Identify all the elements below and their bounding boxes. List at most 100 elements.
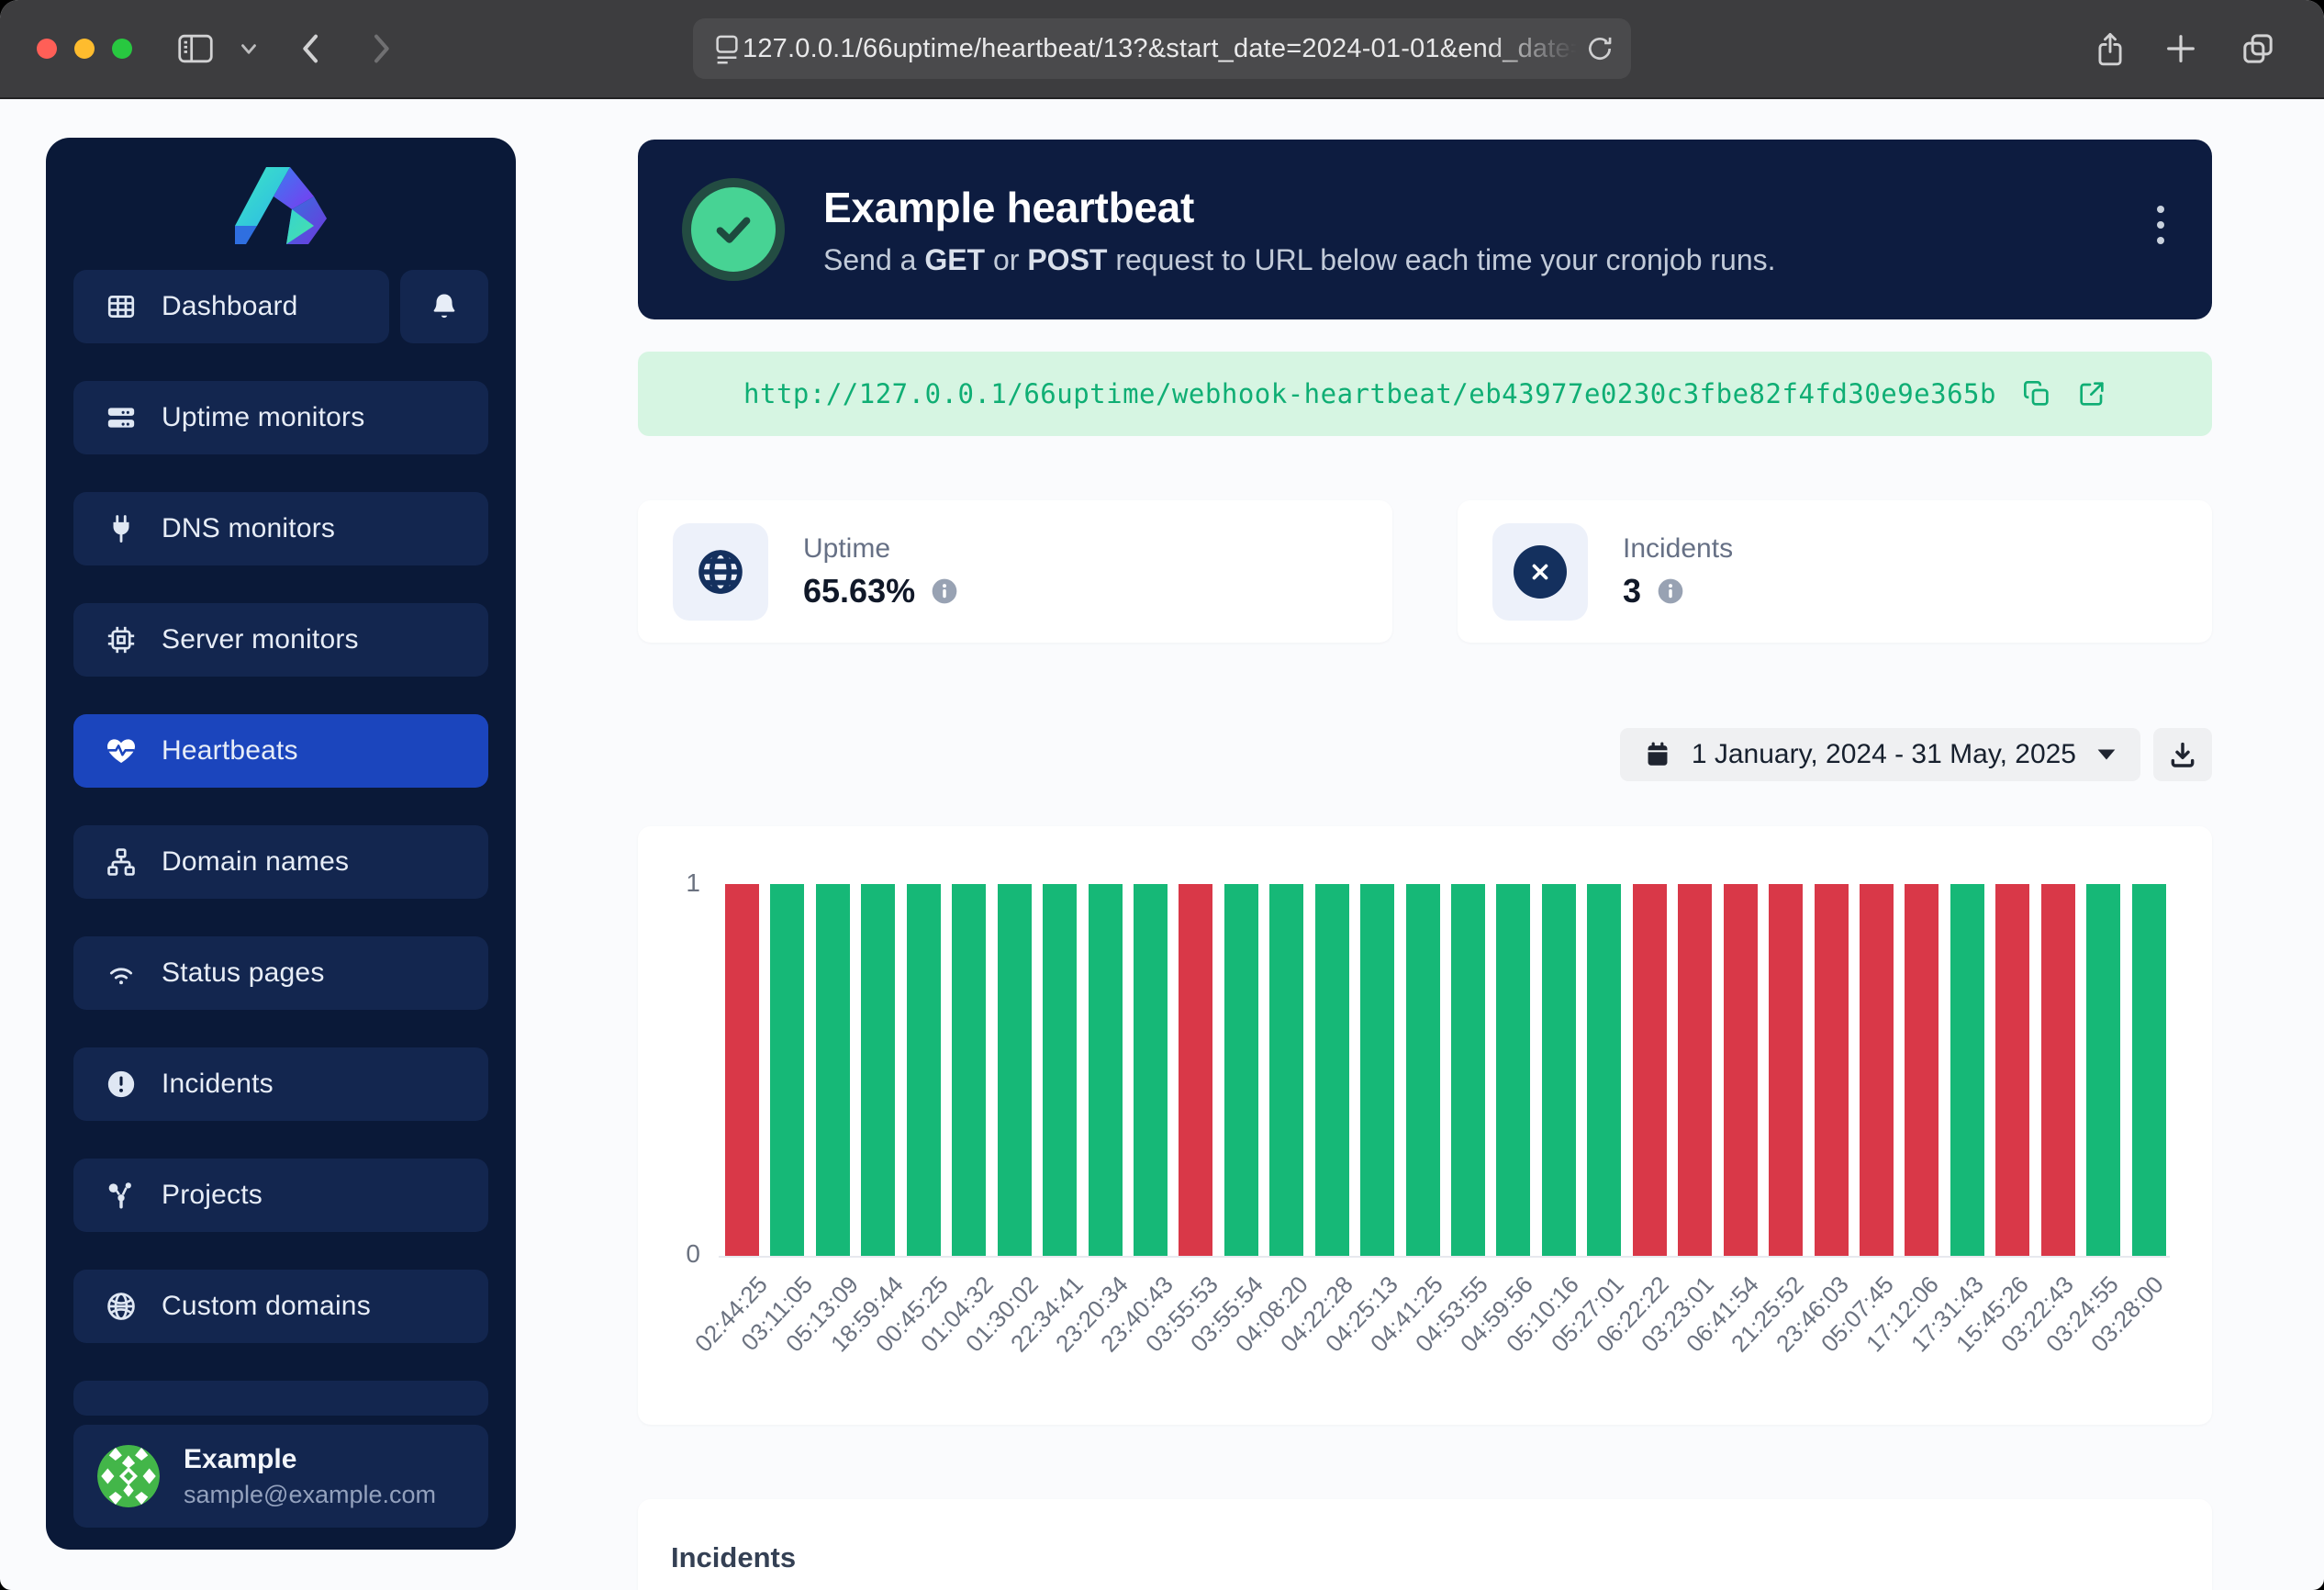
chart-bar[interactable]	[725, 884, 759, 1256]
notifications-button[interactable]	[400, 270, 488, 343]
close-window-button[interactable]	[37, 39, 57, 59]
chart-bar[interactable]	[1860, 884, 1894, 1256]
chart-bar[interactable]	[770, 884, 804, 1256]
bell-icon	[429, 291, 460, 322]
info-icon[interactable]	[1656, 577, 1685, 606]
stat-label: Incidents	[1623, 533, 1733, 565]
chart-bar[interactable]	[1724, 884, 1758, 1256]
chart-bar[interactable]	[1815, 884, 1849, 1256]
heartbeat-header-card: Example heartbeat Send a GET or POST req…	[638, 140, 2212, 319]
chart-bar[interactable]	[1905, 884, 1939, 1256]
chart-bar[interactable]	[1769, 884, 1803, 1256]
chart-bar[interactable]	[1360, 884, 1394, 1256]
x-axis-line	[719, 1256, 2170, 1258]
forward-button[interactable]	[365, 30, 397, 67]
chart-bar[interactable]	[1089, 884, 1123, 1256]
chart-bar[interactable]	[1995, 884, 2029, 1256]
download-chart-button[interactable]	[2153, 728, 2212, 781]
chart-controls: 1 January, 2024 - 31 May, 2025	[638, 728, 2212, 781]
caret-down-icon	[2096, 748, 2117, 761]
status-up-badge	[682, 178, 785, 281]
chart-bar[interactable]	[2041, 884, 2075, 1256]
chart-bar[interactable]	[816, 884, 850, 1256]
download-icon	[2168, 740, 2197, 769]
x-circle-icon	[1492, 523, 1588, 621]
app-logo	[46, 138, 516, 270]
y-axis-tick: 0	[664, 1239, 700, 1269]
sidebar-item-label: DNS monitors	[162, 513, 335, 544]
chart-bar[interactable]	[1043, 884, 1077, 1256]
share-nodes-icon	[105, 1180, 138, 1211]
sidebar-item-label: Dashboard	[162, 291, 298, 322]
chart-bar[interactable]	[1269, 884, 1303, 1256]
chart-bar[interactable]	[952, 884, 986, 1256]
chart-bar[interactable]	[861, 884, 895, 1256]
sidebar-item-dashboard[interactable]: Dashboard	[73, 270, 389, 343]
chart-bar[interactable]	[1224, 884, 1258, 1256]
sidebar-item-incidents[interactable]: Incidents	[73, 1047, 488, 1121]
chart-bar[interactable]	[1950, 884, 1984, 1256]
sidebar-item-label: Heartbeats	[162, 735, 298, 767]
sidebar-item-dns-monitors[interactable]: DNS monitors	[73, 492, 488, 565]
chart-bar[interactable]	[2132, 884, 2166, 1256]
sidebar-item-label: Server monitors	[162, 624, 359, 655]
sidebar-toggle-icon[interactable]	[176, 31, 215, 66]
sidebar-item-custom-domains[interactable]: Custom domains	[73, 1270, 488, 1343]
main-content: Example heartbeat Send a GET or POST req…	[638, 0, 2212, 1590]
info-icon[interactable]	[930, 577, 959, 606]
grid-icon	[105, 291, 138, 322]
kebab-menu-icon[interactable]	[2157, 206, 2164, 244]
heart-pulse-icon	[105, 735, 138, 767]
back-button[interactable]	[296, 30, 327, 67]
page-title: Example heartbeat	[823, 183, 1776, 232]
plug-icon	[105, 513, 138, 544]
sidebar-item-uptime-monitors[interactable]: Uptime monitors	[73, 381, 488, 454]
heartbeat-chart-card: 1 0 02:44:2503:11:0505:13:0918:59:4400:4…	[638, 826, 2212, 1425]
sidebar-item-domain-names[interactable]: Domain names	[73, 825, 488, 899]
sidebar: Dashboard Uptime mo	[46, 138, 516, 1550]
chart-bar[interactable]	[1179, 884, 1212, 1256]
screenshot-root: 127.0.0.1/66uptime/heartbeat/13?&start_d…	[0, 0, 2324, 1590]
chevron-down-icon[interactable]	[237, 40, 261, 59]
wifi-icon	[105, 957, 138, 989]
chart-bar[interactable]	[1633, 884, 1667, 1256]
sidebar-item-projects[interactable]: Projects	[73, 1159, 488, 1232]
chart-bar[interactable]	[1678, 884, 1712, 1256]
chart-bar[interactable]	[1587, 884, 1621, 1256]
incidents-section-title: Incidents	[638, 1499, 2212, 1574]
tab-overview-icon[interactable]	[2240, 30, 2276, 67]
calendar-icon	[1644, 740, 1671, 769]
sidebar-item-status-pages[interactable]: Status pages	[73, 936, 488, 1010]
zoom-window-button[interactable]	[112, 39, 132, 59]
exclamation-circle-icon	[105, 1069, 138, 1100]
chart-bar[interactable]	[1406, 884, 1440, 1256]
sidebar-item-label: Incidents	[162, 1069, 274, 1100]
chart-bar[interactable]	[1542, 884, 1576, 1256]
date-range-picker[interactable]: 1 January, 2024 - 31 May, 2025	[1620, 728, 2140, 781]
y-axis-tick: 1	[664, 868, 700, 898]
external-link-icon[interactable]	[2077, 379, 2106, 409]
chart-bar[interactable]	[1451, 884, 1485, 1256]
check-icon	[707, 203, 760, 256]
sidebar-item-heartbeats[interactable]: Heartbeats	[73, 714, 488, 788]
chart-bar[interactable]	[1315, 884, 1349, 1256]
date-range-label: 1 January, 2024 - 31 May, 2025	[1692, 739, 2076, 770]
incidents-stat-card: Incidents 3	[1458, 500, 2212, 643]
sitemap-icon	[105, 846, 138, 878]
chart-bar[interactable]	[998, 884, 1032, 1256]
webhook-url[interactable]: http://127.0.0.1/66uptime/webhook-heartb…	[743, 378, 1996, 409]
account-menu[interactable]: Example sample@example.com	[73, 1425, 488, 1528]
globe-icon	[105, 1291, 138, 1322]
chart-bar[interactable]	[2086, 884, 2120, 1256]
page-subtitle: Send a GET or POST request to URL below …	[823, 243, 1776, 277]
chart-bar[interactable]	[1134, 884, 1168, 1256]
copy-icon[interactable]	[2022, 379, 2051, 409]
minimize-window-button[interactable]	[74, 39, 95, 59]
globe-icon	[673, 523, 768, 621]
chart-bar[interactable]	[907, 884, 941, 1256]
sidebar-item-label: Projects	[162, 1180, 263, 1211]
sidebar-item-server-monitors[interactable]: Server monitors	[73, 603, 488, 677]
chart-bar[interactable]	[1496, 884, 1530, 1256]
sidebar-item-label: Custom domains	[162, 1291, 371, 1322]
partial-nav-item	[73, 1381, 488, 1416]
